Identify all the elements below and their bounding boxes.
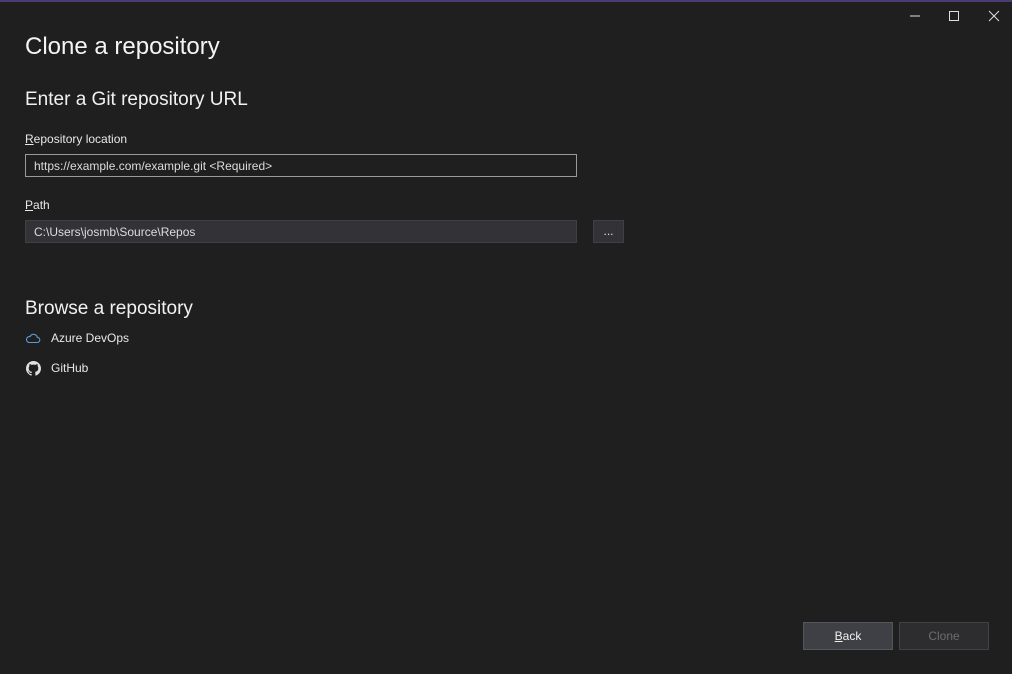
close-button[interactable] — [978, 5, 1010, 27]
maximize-button[interactable] — [938, 5, 970, 27]
minimize-icon — [910, 15, 920, 17]
path-input[interactable] — [25, 220, 577, 243]
accent-top-border — [0, 0, 1012, 2]
page-title: Clone a repository — [25, 33, 220, 60]
back-accesskey: B — [834, 629, 843, 643]
azure-devops-link[interactable]: Azure DevOps — [25, 329, 129, 347]
maximize-icon — [949, 11, 959, 21]
minimize-button[interactable] — [899, 5, 931, 27]
github-icon — [25, 360, 41, 376]
azure-devops-label: Azure DevOps — [51, 331, 130, 345]
github-label: GitHub — [51, 361, 89, 375]
back-button[interactable]: Back — [803, 622, 893, 650]
repository-url-input[interactable] — [25, 154, 577, 177]
path-label: Path — [25, 198, 50, 212]
browse-folder-button[interactable]: ... — [593, 220, 624, 243]
github-link[interactable]: GitHub — [25, 359, 88, 377]
repository-location-label-text: epository location — [33, 132, 128, 146]
path-accesskey: P — [25, 198, 34, 212]
repository-location-label: Repository location — [25, 132, 127, 146]
close-icon — [988, 10, 1000, 22]
git-url-heading: Enter a Git repository URL — [25, 89, 248, 110]
repository-location-accesskey: R — [25, 132, 34, 146]
browse-heading: Browse a repository — [25, 298, 193, 319]
back-label: ack — [842, 629, 862, 643]
path-label-text: ath — [33, 198, 50, 212]
cloud-icon — [25, 330, 41, 346]
clone-button[interactable]: Clone — [899, 622, 989, 650]
